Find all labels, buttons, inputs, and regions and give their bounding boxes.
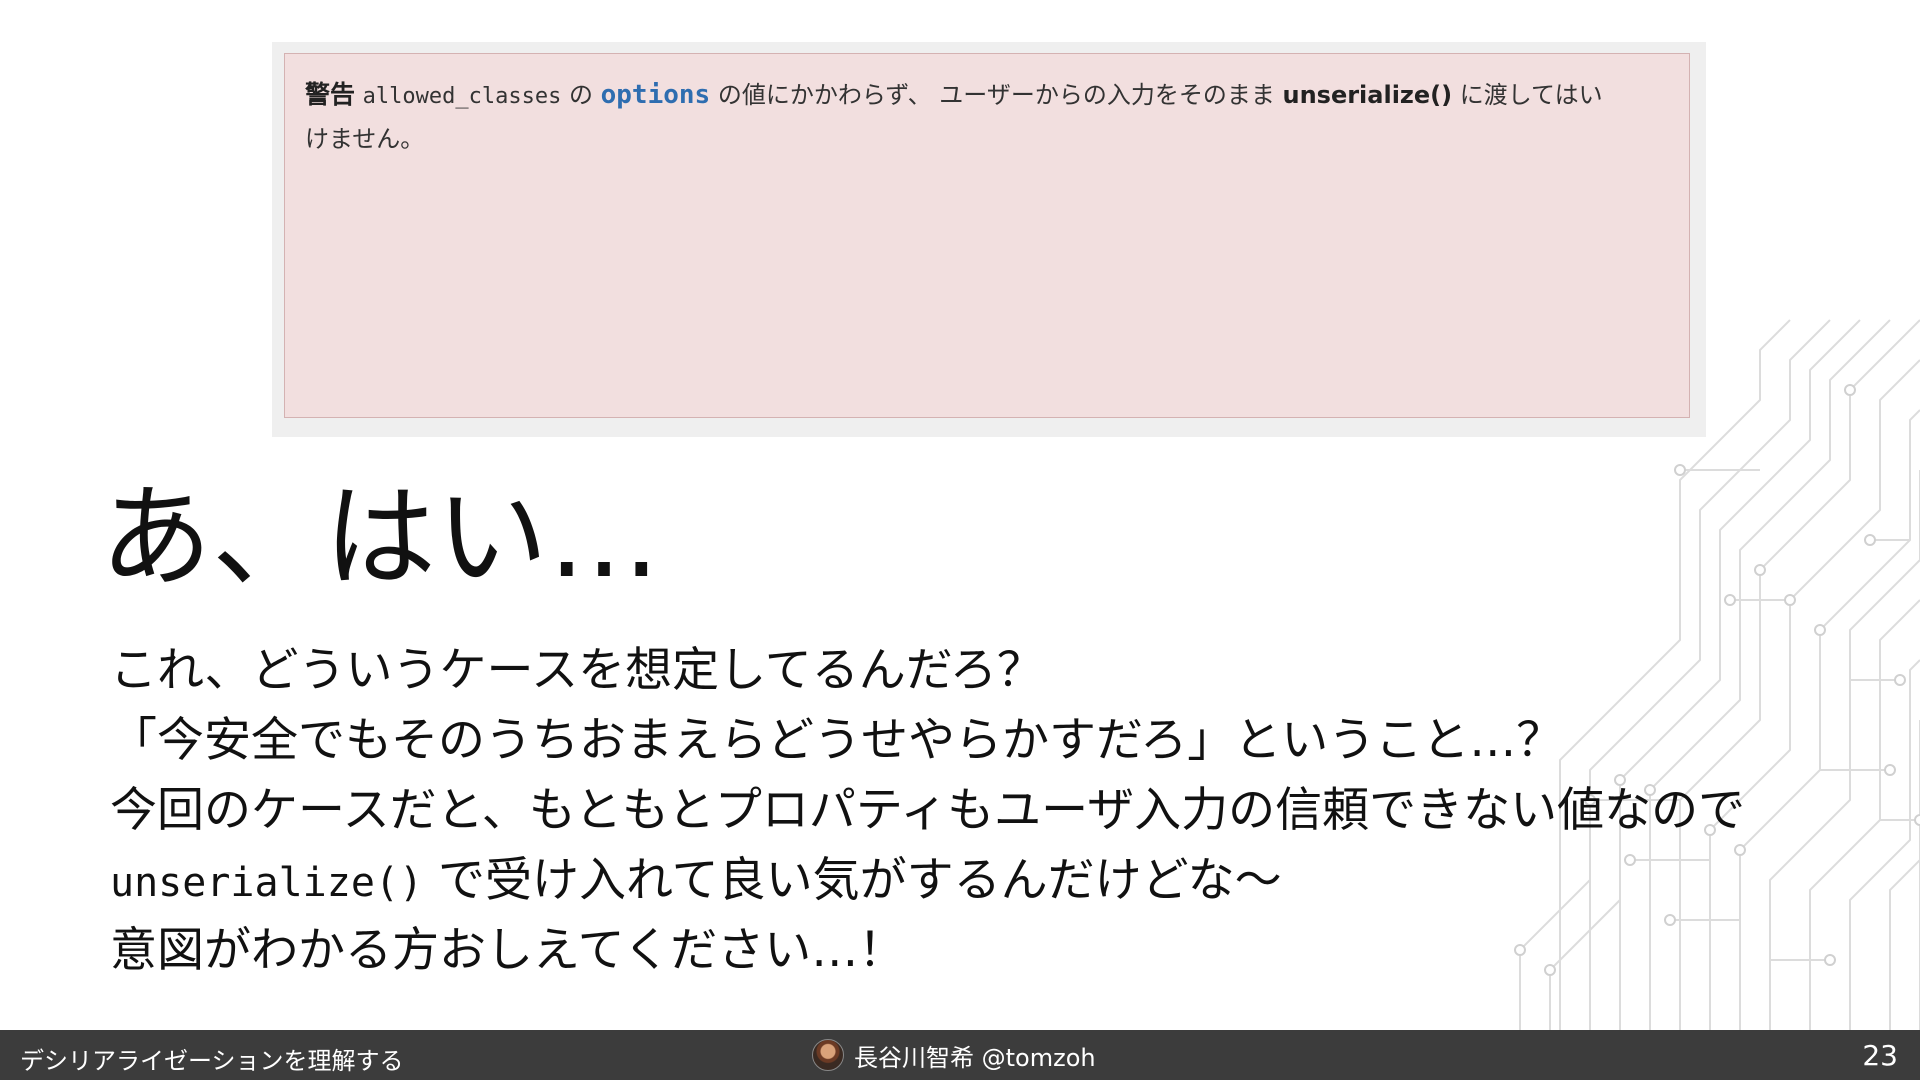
body-line-2: 「今安全でもそのうちおまえらどうせやらかすだろ」ということ…？	[110, 713, 1564, 768]
body-line-3: 今回のケースだと、もともとプロパティもユーザ入力の信頼できない値なので	[110, 783, 1746, 838]
warning-function: unserialize()	[1282, 81, 1453, 109]
circuit-node	[1894, 674, 1906, 686]
footer-bar: デシリアライゼーションを理解する 長谷川智希 @tomzoh 23	[0, 1030, 1920, 1080]
slide-body: これ、どういうケースを想定してるんだろ？ 「今安全でもそのうちおまえらどうせやら…	[110, 636, 1745, 986]
circuit-node	[1724, 594, 1736, 606]
body-line-1: これ、どういうケースを想定してるんだろ？	[110, 643, 1044, 698]
body-line-4-text: で受け入れて良い気がするんだけどな〜	[438, 853, 1282, 908]
footer-author-name: 長谷川智希 @tomzoh	[854, 1043, 1096, 1072]
circuit-node	[1914, 814, 1920, 826]
body-line-5: 意図がわかる方おしえてください…！	[110, 923, 906, 978]
footer-title: デシリアライゼーションを理解する	[20, 1047, 404, 1075]
circuit-node	[1814, 624, 1826, 636]
circuit-trace	[1739, 409, 1920, 1030]
page-number: 23	[1862, 1039, 1898, 1072]
circuit-node	[1844, 384, 1856, 396]
warning-label: 警告	[305, 80, 356, 109]
warning-frame: 警告 allowed_classes の options の値にかかわらず、 ユ…	[272, 42, 1706, 437]
slide-headline: あ、はい…	[100, 473, 660, 603]
circuit-trace	[1849, 659, 1920, 1030]
circuit-node	[1824, 954, 1836, 966]
circuit-node	[1864, 534, 1876, 546]
circuit-node	[1784, 594, 1796, 606]
footer-author: 長谷川智希 @tomzoh	[812, 1037, 1096, 1073]
warning-box: 警告 allowed_classes の options の値にかかわらず、 ユ…	[284, 53, 1690, 418]
circuit-trace	[1769, 470, 1920, 1030]
warning-text-end: に渡してはい	[1459, 81, 1603, 109]
body-line-4-code: unserialize()	[110, 860, 424, 906]
warning-text-mid: の値にかかわらず、 ユーザーからの入力をそのまま	[717, 81, 1275, 109]
warning-text-no: の	[568, 81, 593, 109]
warning-code-option: allowed_classes	[362, 84, 562, 109]
circuit-node	[1884, 764, 1896, 776]
circuit-node	[1754, 564, 1766, 576]
warning-keyword-link[interactable]: options	[601, 80, 711, 110]
warning-text-wrap: けません。	[305, 125, 425, 153]
avatar	[812, 1039, 844, 1071]
body-line-4: unserialize() で受け入れて良い気がするんだけどな〜	[110, 846, 1745, 916]
circuit-node	[1674, 464, 1686, 476]
circuit-trace	[1809, 599, 1920, 1030]
